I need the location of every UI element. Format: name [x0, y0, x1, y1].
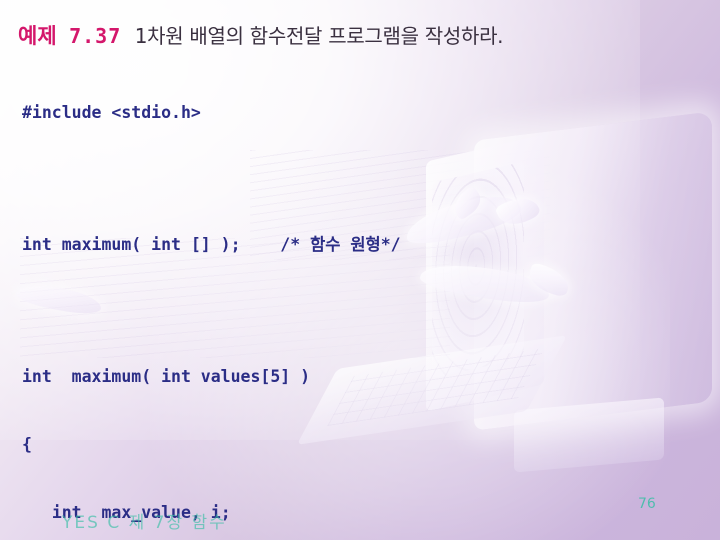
slide-canvas: 예제 7.37 1차원 배열의 함수전달 프로그램을 작성하라. #includ…: [0, 0, 720, 540]
example-description: 1차원 배열의 함수전달 프로그램을 작성하라.: [134, 24, 504, 48]
code-line: int maximum( int [] ); /* 함수 원형*/: [22, 235, 401, 255]
code-line: #include <stdio.h>: [22, 103, 201, 123]
example-label: 예제: [18, 24, 57, 48]
example-number: 7.37: [69, 24, 122, 48]
slide-watermark: YES C 제 7장 함수: [62, 513, 227, 533]
page-number: 76: [638, 496, 656, 512]
code-line: {: [22, 434, 32, 454]
page-title: 예제 7.37 1차원 배열의 함수전달 프로그램을 작성하라.: [18, 20, 504, 50]
code-line: int maximum( int values[5] ): [22, 367, 311, 387]
code-listing: #include <stdio.h> int maximum( int [] )…: [22, 57, 712, 540]
